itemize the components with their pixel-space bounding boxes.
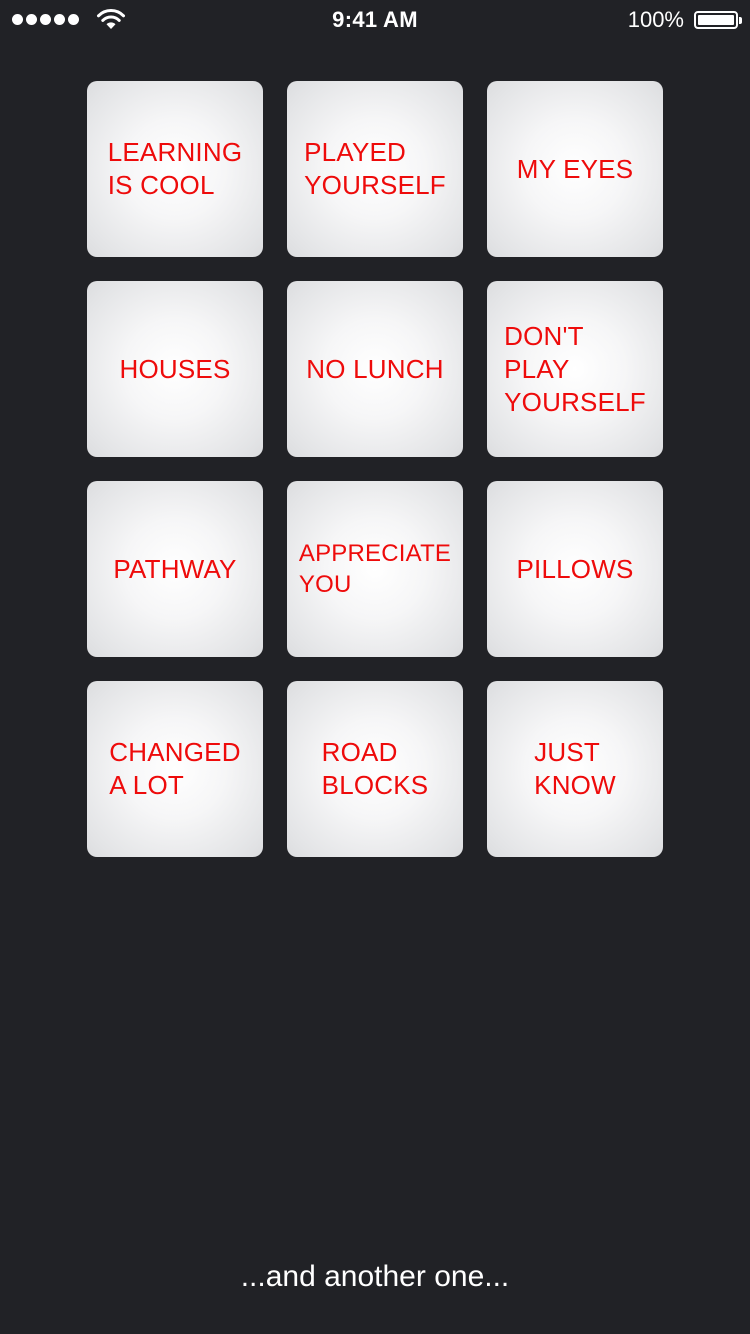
tile-label: MY EYES bbox=[516, 153, 634, 184]
tile-label: PATHWAY bbox=[113, 553, 237, 584]
status-bar: 9:41 AM 100% bbox=[0, 0, 750, 40]
tile-button[interactable]: APPRECIATE YOU bbox=[287, 481, 463, 657]
tile-label: PILLOWS bbox=[516, 553, 634, 584]
battery-percentage: 100% bbox=[627, 7, 684, 32]
tile-label: APPRECIATE YOU bbox=[298, 540, 452, 598]
tile-label: DON'T PLAY YOURSELF bbox=[504, 320, 646, 417]
tile-button[interactable]: PILLOWS bbox=[487, 481, 663, 657]
tile-button[interactable]: NO LUNCH bbox=[287, 281, 463, 457]
tile-button[interactable]: PLAYED YOURSELF bbox=[287, 81, 463, 257]
tile-grid: LEARNING IS COOL PLAYED YOURSELF MY EYES… bbox=[87, 81, 663, 857]
tile-label: ROAD BLOCKS bbox=[321, 737, 429, 800]
tile-button[interactable]: JUST KNOW bbox=[487, 681, 663, 857]
tile-button[interactable]: LEARNING IS COOL bbox=[87, 81, 263, 257]
tile-label: NO LUNCH bbox=[306, 353, 444, 384]
tile-button[interactable]: PATHWAY bbox=[87, 481, 263, 657]
tile-button[interactable]: MY EYES bbox=[487, 81, 663, 257]
tile-label: LEARNING IS COOL bbox=[107, 137, 243, 200]
tile-button[interactable]: DON'T PLAY YOURSELF bbox=[487, 281, 663, 457]
tile-label: CHANGED A LOT bbox=[109, 737, 241, 800]
tile-label: JUST KNOW bbox=[534, 737, 616, 800]
battery-icon bbox=[694, 11, 742, 29]
tile-label: HOUSES bbox=[119, 353, 231, 384]
footer-caption: ...and another one... bbox=[240, 1260, 510, 1293]
tile-label: PLAYED YOURSELF bbox=[304, 137, 446, 200]
tile-button[interactable]: CHANGED A LOT bbox=[87, 681, 263, 857]
tile-button[interactable]: HOUSES bbox=[87, 281, 263, 457]
tile-button[interactable]: ROAD BLOCKS bbox=[287, 681, 463, 857]
